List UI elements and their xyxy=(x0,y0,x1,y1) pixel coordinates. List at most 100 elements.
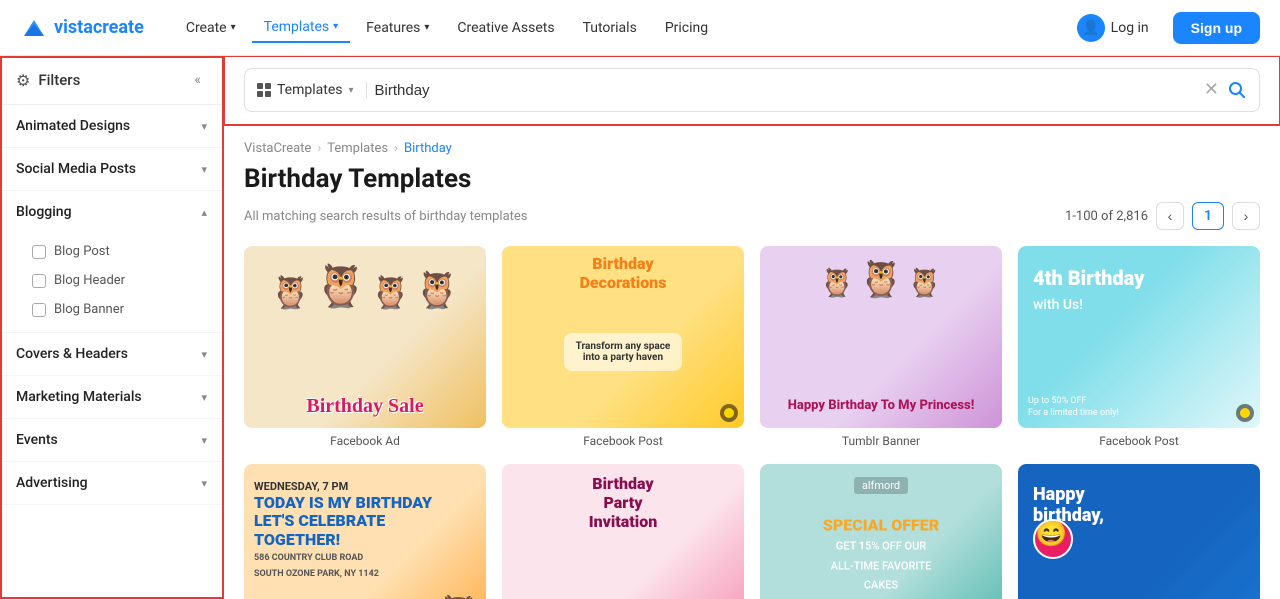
template-card-2[interactable]: BirthdayDecorations Transform any spacei… xyxy=(502,246,744,448)
template-card-7[interactable]: alfmord SPECIAL OFFER GET 15% OFF OURALL… xyxy=(760,464,1002,599)
template-card-6[interactable]: BirthdayPartyInvitation Join us to celeb… xyxy=(502,464,744,599)
logo-text: vistacreate xyxy=(54,17,144,38)
search-icon xyxy=(1227,80,1247,100)
breadcrumb-sep: › xyxy=(394,141,398,156)
page-layout: ⚙ Filters « Animated Designs ▾ Social Me… xyxy=(0,56,1280,599)
template-image-7: alfmord SPECIAL OFFER GET 15% OFF OURALL… xyxy=(760,464,1002,599)
template-image-8: Happybirthday, 😄 CARLOQUINLOG xyxy=(1018,464,1260,599)
header: vistacreate Create ▾ Templates ▾ Feature… xyxy=(0,0,1280,56)
card-title-text: WEDNESDAY, 7 PM TODAY IS MY BIRTHDAYLET'… xyxy=(254,479,432,581)
pagination-prev-button[interactable]: ‹ xyxy=(1156,202,1184,230)
main-nav: Create ▾ Templates ▾ Features ▾ Creative… xyxy=(174,13,1065,43)
chevron-down-icon: ▾ xyxy=(201,163,207,176)
sidebar-section-advertising: Advertising ▾ xyxy=(0,462,223,505)
card-title-text: Birthday Sale xyxy=(244,395,486,418)
logo-icon xyxy=(20,14,48,42)
sidebar-item-animated-designs[interactable]: Animated Designs ▾ xyxy=(0,105,223,147)
template-image-2: BirthdayDecorations Transform any spacei… xyxy=(502,246,744,428)
breadcrumb-sep: › xyxy=(317,141,321,156)
filter-icon: ⚙ xyxy=(16,71,30,90)
template-card-5[interactable]: WEDNESDAY, 7 PM TODAY IS MY BIRTHDAYLET'… xyxy=(244,464,486,599)
pagination: 1-100 of 2,816 ‹ 1 › xyxy=(1065,202,1260,230)
sidebar-item-blogging[interactable]: Blogging ▴ xyxy=(0,191,223,233)
template-label-1: Facebook Ad xyxy=(244,434,486,448)
search-clear-button[interactable]: ✕ xyxy=(1204,81,1219,99)
pagination-next-button[interactable]: › xyxy=(1232,202,1260,230)
user-avatar: 👤 xyxy=(1077,14,1105,42)
sidebar-item-events[interactable]: Events ▾ xyxy=(0,419,223,461)
template-image-5: WEDNESDAY, 7 PM TODAY IS MY BIRTHDAYLET'… xyxy=(244,464,486,599)
card-title-text: 4th Birthdaywith Us! xyxy=(1033,266,1144,314)
chevron-down-icon: ▾ xyxy=(201,391,207,404)
chevron-down-icon: ▾ xyxy=(424,22,429,33)
sidebar-section-animated: Animated Designs ▾ xyxy=(0,105,223,148)
template-image-4: 4th Birthdaywith Us! Up to 50% OFFFor a … xyxy=(1018,246,1260,428)
card-subtitle-text: Up to 50% OFFFor a limited time only! xyxy=(1028,396,1119,419)
nav-item-creative-assets[interactable]: Creative Assets xyxy=(445,14,566,42)
sidebar-item-social-media[interactable]: Social Media Posts ▾ xyxy=(0,148,223,190)
card-center: Transform any spaceinto a party haven xyxy=(502,246,744,428)
sidebar-section-blogging: Blogging ▴ Blog Post Blog Header Blog Ba… xyxy=(0,191,223,333)
sidebar-item-covers[interactable]: Covers & Headers ▾ xyxy=(0,333,223,375)
chevron-down-icon: ▾ xyxy=(201,434,207,447)
search-type-selector[interactable]: Templates ▾ xyxy=(257,82,367,98)
results-bar: All matching search results of birthday … xyxy=(244,202,1260,230)
login-button[interactable]: 👤 Log in xyxy=(1065,8,1161,48)
template-card-1[interactable]: 🦉 🦉 🦉 🦉 Birthday Sale Facebook Ad xyxy=(244,246,486,448)
filters-label: ⚙ Filters xyxy=(16,71,80,90)
logo[interactable]: vistacreate xyxy=(20,14,144,42)
nav-item-features[interactable]: Features ▾ xyxy=(354,14,441,42)
template-card-8[interactable]: Happybirthday, 😄 CARLOQUINLOG Facebook P… xyxy=(1018,464,1260,599)
breadcrumb: VistaCreate › Templates › Birthday xyxy=(244,141,1260,156)
signup-button[interactable]: Sign up xyxy=(1173,12,1260,44)
template-card-4[interactable]: 4th Birthdaywith Us! Up to 50% OFFFor a … xyxy=(1018,246,1260,448)
checkbox-icon xyxy=(32,303,46,317)
pro-badge xyxy=(1236,404,1254,422)
chevron-down-icon: ▾ xyxy=(201,477,207,490)
nav-item-tutorials[interactable]: Tutorials xyxy=(571,14,649,42)
nav-item-templates[interactable]: Templates ▾ xyxy=(252,13,351,43)
chevron-up-icon: ▴ xyxy=(201,206,207,219)
chevron-down-icon: ▾ xyxy=(333,21,338,32)
pro-badge xyxy=(720,404,738,422)
sidebar-item-blog-header[interactable]: Blog Header xyxy=(0,266,223,295)
person-avatar: 😄 xyxy=(1033,519,1073,559)
results-text: All matching search results of birthday … xyxy=(244,209,528,224)
card-brand: alfmord xyxy=(760,474,1002,493)
template-image-1: 🦉 🦉 🦉 🦉 Birthday Sale xyxy=(244,246,486,428)
card-title-text: BirthdayPartyInvitation xyxy=(502,474,744,531)
nav-item-create[interactable]: Create ▾ xyxy=(174,14,248,42)
checkbox-icon xyxy=(32,245,46,259)
chevron-down-icon: ▾ xyxy=(349,85,354,96)
card-owl-icon: 🦉 xyxy=(436,593,481,599)
chevron-down-icon: ▾ xyxy=(201,120,207,133)
sidebar-item-marketing[interactable]: Marketing Materials ▾ xyxy=(0,376,223,418)
owl-icon: 🦉 xyxy=(314,266,366,308)
sidebar: ⚙ Filters « Animated Designs ▾ Social Me… xyxy=(0,56,224,599)
search-bar-wrapper: Templates ▾ ✕ xyxy=(224,56,1280,125)
nav-item-pricing[interactable]: Pricing xyxy=(653,14,720,42)
template-grid: 🦉 🦉 🦉 🦉 Birthday Sale Facebook Ad Birthd… xyxy=(244,246,1260,599)
search-bar: Templates ▾ ✕ xyxy=(244,68,1260,112)
checkbox-icon xyxy=(32,274,46,288)
owl-row: 🦉 🦉 🦉 xyxy=(760,246,1002,297)
sidebar-top: ⚙ Filters « xyxy=(0,56,223,105)
sidebar-item-advertising[interactable]: Advertising ▾ xyxy=(0,462,223,504)
owl-row: 🦉 🦉 🦉 🦉 xyxy=(244,246,486,308)
breadcrumb-vistacreate[interactable]: VistaCreate xyxy=(244,141,311,156)
breadcrumb-templates[interactable]: Templates xyxy=(327,141,388,156)
blogging-sub-items: Blog Post Blog Header Blog Banner xyxy=(0,233,223,332)
sidebar-collapse-button[interactable]: « xyxy=(188,70,207,90)
page-title: Birthday Templates xyxy=(244,164,1260,194)
search-input[interactable] xyxy=(375,82,1196,99)
breadcrumb-birthday: Birthday xyxy=(404,141,452,156)
card-inner-text: Transform any spaceinto a party haven xyxy=(564,333,683,371)
sidebar-item-blog-banner[interactable]: Blog Banner xyxy=(0,295,223,324)
template-label-3: Tumblr Banner xyxy=(760,434,1002,448)
owl-icon: 🦉 xyxy=(271,276,311,308)
pagination-current-page: 1 xyxy=(1192,202,1224,230)
search-submit-button[interactable] xyxy=(1227,80,1247,100)
sidebar-item-blog-post[interactable]: Blog Post xyxy=(0,237,223,266)
template-card-3[interactable]: 🦉 🦉 🦉 Happy Birthday To My Princess! Tum… xyxy=(760,246,1002,448)
sidebar-section-marketing: Marketing Materials ▾ xyxy=(0,376,223,419)
